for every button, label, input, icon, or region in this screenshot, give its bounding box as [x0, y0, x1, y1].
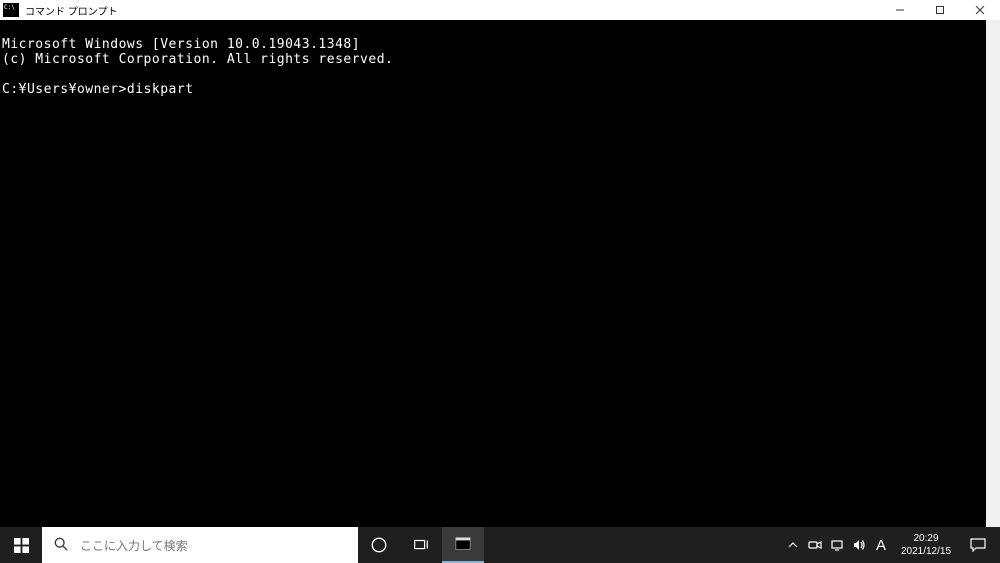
meet-now-button[interactable] — [804, 527, 826, 563]
taskbar: ここに入力して検索 A — [0, 527, 1000, 563]
cmd-app-icon — [3, 3, 19, 17]
taskbar-spacer — [484, 527, 782, 563]
cmd-taskbar-button[interactable] — [442, 527, 484, 563]
camera-icon — [808, 538, 822, 552]
search-icon — [54, 537, 68, 554]
volume-button[interactable] — [848, 527, 870, 563]
cmd-icon — [454, 535, 472, 553]
cortana-button[interactable] — [358, 527, 400, 563]
circle-icon — [370, 536, 388, 554]
minimize-button[interactable] — [880, 0, 920, 20]
window-titlebar: コマンド プロンプト — [0, 0, 1000, 20]
terminal-prompt: C:¥Users¥owner> — [2, 82, 127, 97]
network-icon — [830, 538, 844, 552]
maximize-button[interactable] — [920, 0, 960, 20]
terminal-line: (c) Microsoft Corporation. All rights re… — [2, 52, 393, 67]
clock-time: 20:29 — [892, 532, 960, 545]
clock-date: 2021/12/15 — [892, 545, 960, 558]
windows-icon — [14, 538, 29, 553]
terminal-command: diskpart — [127, 82, 194, 97]
chevron-up-icon — [786, 538, 800, 552]
vertical-scrollbar[interactable] — [986, 20, 1000, 527]
close-button[interactable] — [960, 0, 1000, 20]
notification-icon — [970, 538, 986, 552]
ime-indicator[interactable]: A — [870, 537, 892, 554]
start-button[interactable] — [0, 527, 42, 563]
window-title: コマンド プロンプト — [25, 3, 880, 18]
speaker-icon — [852, 538, 866, 552]
network-button[interactable] — [826, 527, 848, 563]
action-center-button[interactable] — [960, 538, 996, 552]
system-tray: A 20:29 2021/12/15 — [782, 527, 1000, 563]
task-view-icon — [412, 536, 430, 554]
tray-overflow-button[interactable] — [782, 527, 804, 563]
window-controls — [880, 0, 1000, 20]
taskbar-search[interactable]: ここに入力して検索 — [42, 527, 358, 563]
search-placeholder: ここに入力して検索 — [80, 537, 188, 554]
taskbar-pinned-apps — [358, 527, 484, 563]
terminal-line: Microsoft Windows [Version 10.0.19043.13… — [2, 37, 360, 52]
clock-button[interactable]: 20:29 2021/12/15 — [892, 532, 960, 558]
task-view-button[interactable] — [400, 527, 442, 563]
terminal-output[interactable]: Microsoft Windows [Version 10.0.19043.13… — [0, 20, 986, 527]
